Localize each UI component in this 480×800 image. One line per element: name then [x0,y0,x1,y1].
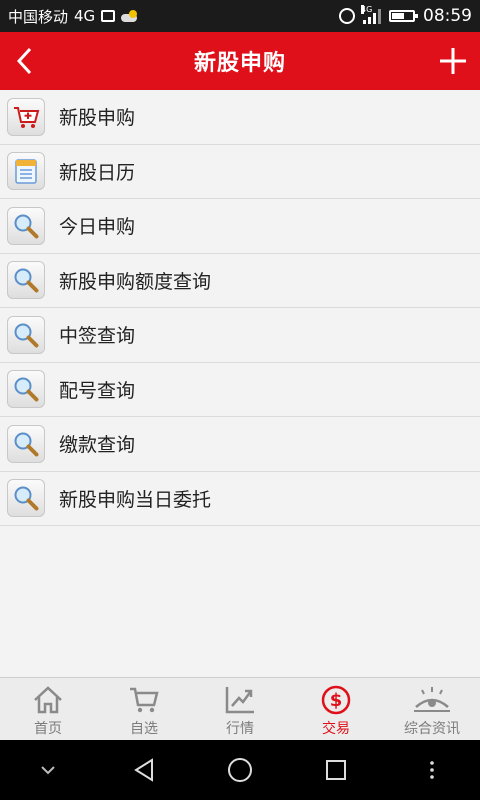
svg-text:$: $ [330,690,343,711]
chevron-down-icon [41,766,55,775]
dollar-icon: $ [320,684,352,716]
image-notification-icon [101,10,116,22]
menu-item-label: 新股申购额度查询 [59,270,212,293]
menu-item-today-orders[interactable]: 新股申购当日委托 [0,471,480,526]
status-right: 4G 08:59 [339,5,472,26]
weather-icon [121,10,138,22]
tab-label: 交易 [322,721,350,737]
magnifier-icon [7,261,45,300]
more-vertical-icon [430,761,434,779]
calendar-icon [7,152,45,191]
back-button[interactable] [10,44,40,78]
menu-item-new-stock-subscribe[interactable]: 新股申购 [0,90,480,145]
magnifier-icon [7,479,45,518]
menu-item-label: 缴款查询 [59,434,136,457]
status-left: 中国移动 4G [8,6,138,27]
tab-label: 行情 [226,721,254,737]
eye-icon [412,684,452,716]
tab-label: 首页 [34,721,62,737]
chart-icon [224,684,256,716]
menu-item-label: 中签查询 [59,325,136,348]
menu-item-today-subscribe[interactable]: 今日申购 [0,199,480,254]
tab-watchlist[interactable]: 自选 [96,678,192,740]
system-nav-bar [0,740,480,800]
signal-network-label: 4G [361,5,373,14]
battery-level [392,13,405,19]
more-nav-button[interactable] [402,750,462,790]
triangle-back-icon [134,758,153,782]
alarm-icon [339,8,355,24]
magnifier-icon [7,206,45,245]
tab-home[interactable]: 首页 [0,678,96,740]
menu-item-label: 新股申购当日委托 [59,488,212,511]
square-recents-icon [326,760,346,780]
plus-icon [440,48,466,74]
magnifier-icon [7,424,45,463]
tab-trade[interactable]: $ 交易 [288,678,384,740]
tab-news[interactable]: 综合资讯 [384,678,480,740]
menu-item-new-stock-calendar[interactable]: 新股日历 [0,144,480,199]
carrier-name: 中国移动 [8,7,69,26]
cart-icon [7,97,45,136]
menu-list: 新股申购 新股日历 今日申购 新股申购额度查询 中签查询 配号查询 缴款查询 新… [0,90,480,526]
magnifier-icon [7,370,45,409]
add-button[interactable] [436,44,470,78]
back-nav-button[interactable] [114,750,174,790]
bottom-tab-bar: 首页 自选 行情 $ 交易 综合资讯 [0,677,480,740]
home-nav-button[interactable] [210,750,270,790]
circle-home-icon [228,758,252,782]
menu-item-lottery-query[interactable]: 中签查询 [0,308,480,363]
menu-item-label: 配号查询 [59,379,136,402]
menu-item-label: 新股日历 [59,161,136,184]
signal-icon: 4G [361,5,381,24]
status-bar: 中国移动 4G 4G 08:59 [0,0,480,32]
chevron-left-icon [16,47,32,75]
battery-icon [389,10,418,22]
hide-nav-button[interactable] [18,750,78,790]
home-icon [32,684,64,716]
tab-market[interactable]: 行情 [192,678,288,740]
menu-item-label: 今日申购 [59,216,136,239]
tab-label: 综合资讯 [404,721,460,737]
network-type: 4G [74,7,96,25]
tab-label: 自选 [130,721,158,737]
menu-item-label: 新股申购 [59,107,136,130]
clock: 08:59 [423,6,472,26]
cart-icon [128,684,160,716]
header-bar: 新股申购 [0,32,480,90]
menu-item-allotment-query[interactable]: 配号查询 [0,362,480,417]
recents-nav-button[interactable] [306,750,366,790]
magnifier-icon [7,315,45,354]
menu-item-quota-query[interactable]: 新股申购额度查询 [0,253,480,308]
menu-item-payment-query[interactable]: 缴款查询 [0,417,480,472]
page-title: 新股申购 [193,51,286,76]
